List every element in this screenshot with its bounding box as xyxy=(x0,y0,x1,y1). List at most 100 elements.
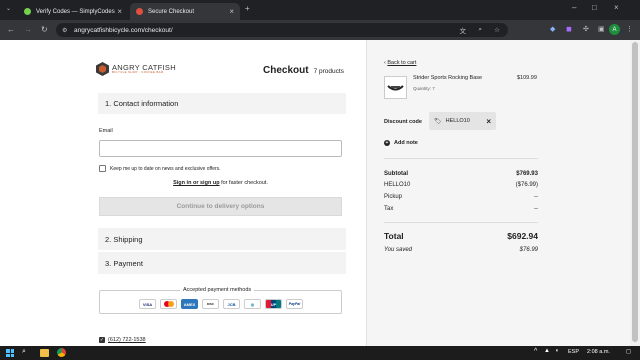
back-icon[interactable]: ← xyxy=(7,25,15,34)
clock[interactable]: 2:08 a.m. xyxy=(587,349,610,355)
continue-to-delivery-button[interactable]: Continue to delivery options xyxy=(99,197,342,216)
menu-dots-icon[interactable]: ⋮ xyxy=(626,25,633,33)
tab-secure-checkout[interactable]: Secure Checkout × xyxy=(130,3,240,20)
profile-avatar[interactable]: A xyxy=(609,24,620,35)
checkout-title: Checkout xyxy=(263,65,309,76)
discount-line-value: ($76.99) xyxy=(515,182,538,188)
unionpay-icon: UP xyxy=(265,299,282,309)
forward-icon[interactable]: → xyxy=(24,25,32,34)
volume-icon[interactable]: ◖ xyxy=(555,348,559,354)
sign-in-row: Sign in or sign up for faster checkout. xyxy=(99,180,342,186)
payment-methods-title: Accepted payment methods xyxy=(180,287,255,293)
file-explorer-icon[interactable] xyxy=(40,349,49,357)
phone-checkbox[interactable]: ✓ xyxy=(99,337,105,343)
back-to-cart-link[interactable]: ‹ Back to cart xyxy=(384,60,416,66)
pickup-label: Pickup xyxy=(384,194,403,200)
remove-discount-icon[interactable]: × xyxy=(486,117,491,126)
shipping-section-title: 2. Shipping xyxy=(105,234,143,244)
contact-section-header[interactable]: 1. Contact information xyxy=(98,93,346,114)
close-tab-icon[interactable]: × xyxy=(117,7,122,16)
tax-row: Tax -- xyxy=(384,206,538,212)
phone-row: ✓ (612) 722-1538 xyxy=(99,337,146,343)
close-tab-icon[interactable]: × xyxy=(229,7,234,16)
notifications-icon[interactable]: ◻ xyxy=(626,348,631,355)
page-title: Checkout 7 products xyxy=(263,65,344,76)
subtotal-label: Subtotal xyxy=(384,171,408,177)
search-icon[interactable]: ⌕ xyxy=(22,348,26,356)
sign-in-suffix: for faster checkout. xyxy=(219,180,268,186)
pickup-value: -- xyxy=(534,194,538,200)
total-value: $692.94 xyxy=(507,231,538,241)
minimize-icon[interactable]: – xyxy=(572,3,576,12)
catfish-logo-icon xyxy=(96,62,109,76)
rocking-base-image-icon xyxy=(387,84,404,90)
product-quantity: Quantity: 7 xyxy=(413,86,435,91)
scrollbar-thumb[interactable] xyxy=(632,42,638,342)
newsletter-row: Keep me up to date on news and exclusive… xyxy=(99,165,221,172)
tab-title: Secure Checkout xyxy=(148,8,195,15)
total-label: Total xyxy=(384,231,404,241)
system-tray-chevron-icon[interactable]: ^ xyxy=(534,348,537,355)
extension-shield-icon[interactable]: ◆ xyxy=(550,25,555,33)
paypal-icon: PayPal xyxy=(286,299,303,309)
brand-logo[interactable]: ANGRY CATFISH BICYCLE SHOP · COFFEE BAR xyxy=(96,62,176,76)
summary-divider xyxy=(384,158,538,159)
site-info-icon[interactable]: ⚙ xyxy=(62,27,67,34)
tab-verify-codes[interactable]: Verify Codes — SimplyCodes × xyxy=(18,3,128,20)
add-note-label: Add note xyxy=(394,140,418,146)
payment-section-title: 3. Payment xyxy=(105,258,143,268)
windows-taskbar: ⌕ ^ ▲ ◖ ESP 2:08 a.m. ◻ xyxy=(0,346,640,360)
payment-section-header[interactable]: 3. Payment xyxy=(98,252,346,274)
url-text: angrycatfishbicycle.com/checkout/ xyxy=(74,26,173,34)
saved-value: $76.99 xyxy=(519,247,538,253)
page-scrollbar[interactable] xyxy=(630,40,640,346)
extension-purple-icon[interactable]: ◼ xyxy=(566,25,572,33)
bookmark-star-icon[interactable]: ☆ xyxy=(494,26,500,34)
tax-label: Tax xyxy=(384,206,394,212)
phone-number[interactable]: (612) 722-1538 xyxy=(108,337,146,343)
reload-icon[interactable]: ↻ xyxy=(41,25,48,34)
payment-methods-box: Accepted payment methods VISA AMEX DISC … xyxy=(99,287,342,314)
discount-code-chip: 🏷 HELLO10 × xyxy=(429,112,496,130)
tab-search-icon[interactable]: ⌄ xyxy=(6,5,11,12)
newsletter-label: Keep me up to date on news and exclusive… xyxy=(110,165,221,172)
visa-icon: VISA xyxy=(139,299,156,309)
language-indicator[interactable]: ESP xyxy=(568,349,579,355)
email-field[interactable] xyxy=(99,140,342,157)
discount-code-label: Discount code xyxy=(384,119,422,125)
total-row: Total $692.94 xyxy=(384,231,538,241)
plus-circle-icon: + xyxy=(384,140,390,146)
sign-in-link[interactable]: Sign in or sign up xyxy=(173,180,219,186)
new-tab-icon[interactable]: + xyxy=(245,4,250,13)
back-to-cart-label: Back to cart xyxy=(387,60,417,66)
jcb-icon: JCB xyxy=(223,299,240,309)
network-icon[interactable]: ▲ xyxy=(544,348,550,354)
tag-icon: 🏷 xyxy=(434,118,442,125)
discount-line-label: HELLO10 xyxy=(384,182,411,188)
mastercard-icon xyxy=(160,299,177,309)
extensions-puzzle-icon[interactable]: ✣ xyxy=(583,25,589,33)
windows-start-icon[interactable] xyxy=(6,349,14,357)
tax-value: -- xyxy=(534,206,538,212)
amex-icon: AMEX xyxy=(181,299,198,309)
add-note-button[interactable]: + Add note xyxy=(384,140,418,146)
checkout-page: ANGRY CATFISH BICYCLE SHOP · COFFEE BAR … xyxy=(0,40,630,346)
subtotal-row: Subtotal $769.93 xyxy=(384,171,538,177)
maximize-icon[interactable]: □ xyxy=(592,3,597,12)
pickup-row: Pickup -- xyxy=(384,194,538,200)
newsletter-checkbox[interactable] xyxy=(99,165,106,172)
close-window-icon[interactable]: × xyxy=(614,3,619,12)
saved-row: You saved $76.99 xyxy=(384,247,538,253)
chrome-taskbar-icon[interactable] xyxy=(57,348,66,357)
discover-icon: DISC xyxy=(202,299,219,309)
translate-icon[interactable]: 文 xyxy=(460,25,467,35)
side-panel-icon[interactable]: ▣ xyxy=(598,25,605,33)
zoom-icon[interactable]: ⌕ xyxy=(478,26,482,34)
discount-row: HELLO10 ($76.99) xyxy=(384,182,538,188)
discount-code-value: HELLO10 xyxy=(445,118,470,124)
total-divider xyxy=(384,222,538,223)
shipping-section-header[interactable]: 2. Shipping xyxy=(98,228,346,250)
product-count: 7 products xyxy=(313,68,344,75)
address-bar[interactable]: ⚙ angrycatfishbicycle.com/checkout/ 文 ⌕ … xyxy=(56,23,508,37)
diners-icon: ◎ xyxy=(244,299,261,309)
